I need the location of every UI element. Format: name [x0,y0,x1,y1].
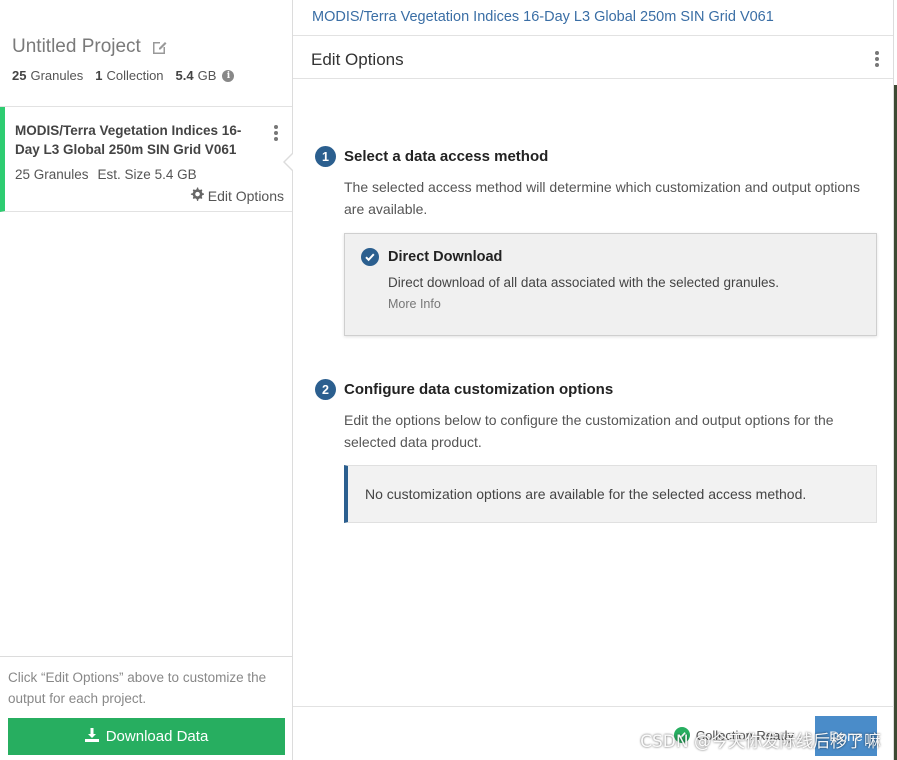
access-method-option[interactable]: Direct Download Direct download of all d… [344,233,877,336]
access-method-description: Direct download of all data associated w… [388,275,779,290]
granules-label: Granules [30,68,84,83]
size-unit: GB [197,68,217,83]
sidebar-footer: Click “Edit Options” above to customize … [0,656,293,760]
project-sidebar: Untitled Project 25 Granules 1 Collectio… [0,0,293,760]
info-icon[interactable]: i [222,69,235,82]
step-title: Select a data access method [344,148,549,165]
watermark-text: CSDN @今天你发际线后移了嘛 [640,732,881,752]
kebab-icon[interactable] [875,51,879,69]
panel-header: Edit Options [293,36,893,79]
download-data-label: Download Data [105,728,209,745]
kebab-icon[interactable] [274,125,278,143]
project-title[interactable]: Untitled Project [12,36,280,58]
step-2: 2 Configure data customization options E… [315,379,877,453]
panel-header-title: Edit Options [311,50,404,69]
edit-options-panel: MODIS/Terra Vegetation Indices 16-Day L3… [293,0,894,760]
step-description: Edit the options below to configure the … [344,412,834,450]
project-header: Untitled Project 25 Granules 1 Collectio… [0,0,292,107]
step-number: 1 [315,146,336,167]
step-number: 2 [315,379,336,400]
footer-hint: Click “Edit Options” above to customize … [8,670,267,706]
gear-icon [190,187,204,204]
collection-est-size: Est. Size 5.4 GB [97,167,197,182]
more-info-link[interactable]: More Info [388,297,876,311]
edit-options-link[interactable]: Edit Options [190,187,284,204]
step-1: 1 Select a data access method The select… [315,146,877,220]
collection-item[interactable]: MODIS/Terra Vegetation Indices 16-Day L3… [0,107,292,212]
project-stats: 25 Granules 1 Collection 5.4 GB i [12,68,280,83]
check-circle-icon [361,248,379,266]
panel-collection-title: MODIS/Terra Vegetation Indices 16-Day L3… [293,0,893,36]
access-method-name: Direct Download [388,249,503,265]
no-customization-notice: No customization options are available f… [344,465,877,523]
edit-icon[interactable] [151,39,167,55]
download-data-button[interactable]: Download Data [8,718,285,755]
step-title: Configure data customization options [344,381,614,398]
collections-label: Collection [106,68,164,83]
granules-count: 25 [12,68,27,83]
size-value: 5.4 [175,68,194,83]
collections-count: 1 [95,68,103,83]
download-icon [84,727,99,746]
collection-title: MODIS/Terra Vegetation Indices 16-Day L3… [15,123,242,157]
edit-options-label: Edit Options [207,187,284,204]
collection-granules: 25 Granules [15,167,89,182]
step-description: The selected access method will determin… [344,179,860,217]
collection-meta: 25 Granules Est. Size 5.4 GB [15,167,284,182]
project-title-text[interactable]: Untitled Project [12,36,141,58]
